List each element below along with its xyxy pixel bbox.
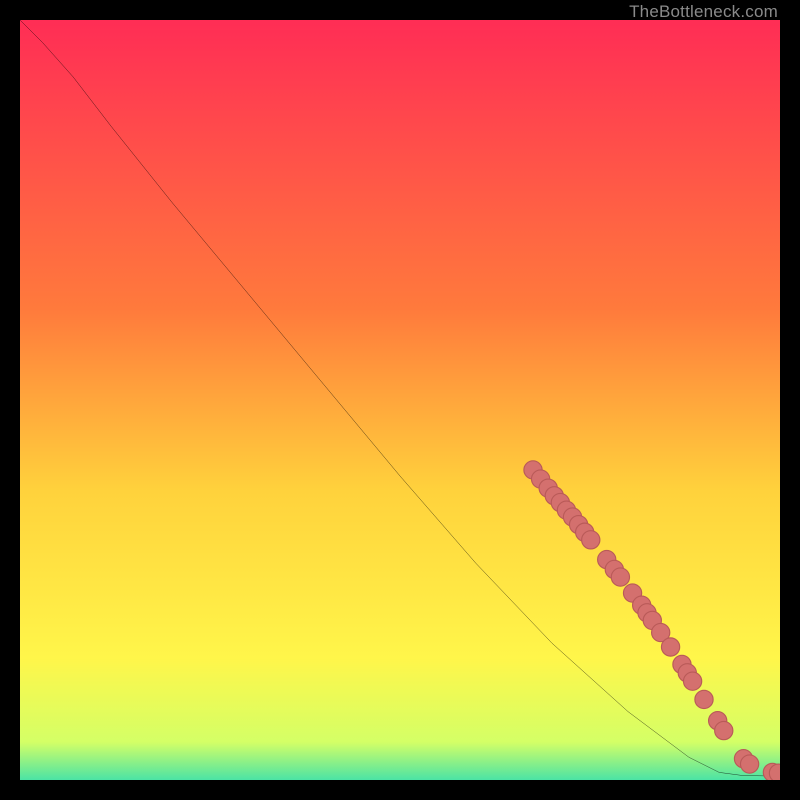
data-marker: [695, 690, 713, 708]
watermark-label: TheBottleneck.com: [629, 2, 778, 22]
data-marker: [683, 672, 701, 690]
data-marker: [611, 568, 629, 586]
gradient-background: [20, 20, 780, 780]
chart-frame: { "watermark": "TheBottleneck.com", "col…: [0, 0, 800, 800]
data-marker: [740, 755, 758, 773]
data-marker: [715, 721, 733, 739]
data-marker: [582, 531, 600, 549]
data-marker: [661, 638, 679, 656]
bottleneck-chart: [20, 20, 780, 780]
